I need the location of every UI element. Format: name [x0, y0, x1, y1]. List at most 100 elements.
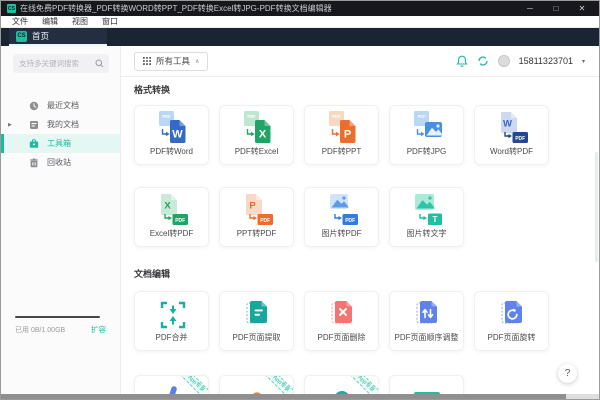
sidebar-nav: 最近文档 ▶ 我的文档工具箱回收站 [1, 96, 120, 172]
tool-card-label: 图片转文字 [407, 228, 447, 239]
sidebar: 最近文档 ▶ 我的文档工具箱回收站 已用 0B/1.00GB 扩容 [1, 46, 121, 399]
minimize-button[interactable]: ─ [517, 1, 543, 16]
tool-card-word-to-pdf[interactable]: W PDFWord转PDF [474, 105, 549, 165]
tool-card-ppt-to-pdf[interactable]: P PDFPPT转PDF [219, 187, 294, 247]
tool-card-label: PPT转PDF [237, 228, 277, 239]
storage-panel: 已用 0B/1.00GB 扩容 [15, 316, 106, 335]
tool-card-pdf-merge[interactable]: PDF合并 [134, 291, 209, 351]
tool-card-label: PDF转Excel [235, 146, 279, 157]
svg-text:W: W [503, 118, 512, 129]
menu-item[interactable]: 视图 [65, 16, 95, 28]
image-to-pdf-icon: PDF [324, 188, 360, 228]
tool-card-pdf-to-jpg[interactable]: PDF PDF转JPG [389, 105, 464, 165]
tool-card-label: PDF转Word [150, 146, 193, 157]
tool-card-label: PDF页面顺序调整 [395, 332, 459, 343]
tool-card-label: PDF转PPT [322, 146, 362, 157]
sidebar-item-document[interactable]: ▶ 我的文档 [1, 115, 120, 134]
maximize-button[interactable]: □ [543, 1, 569, 16]
svg-text:PDF: PDF [332, 113, 341, 118]
sidebar-item-label: 我的文档 [47, 119, 79, 130]
sidebar-item-label: 工具箱 [47, 138, 71, 149]
title-bar: CS 在线免费PDF转换器_PDF转换WORD转PPT_PDF转换Excel转J… [1, 1, 599, 16]
svg-text:PDF: PDF [247, 113, 256, 118]
user-avatar[interactable] [498, 55, 510, 67]
notification-bell-icon[interactable] [456, 55, 468, 68]
tool-card-excel-to-pdf[interactable]: X PDF Excel转PDF [134, 187, 209, 247]
svg-text:X: X [164, 200, 171, 211]
word-to-pdf-icon: W PDF [494, 106, 530, 146]
tool-card-label: Excel转PDF [150, 228, 194, 239]
sidebar-item-label: 最近文档 [47, 100, 79, 111]
pdf-merge-icon [155, 292, 189, 332]
section-title: 格式转换 [134, 85, 599, 96]
expand-caret-icon[interactable]: ▶ [8, 122, 12, 128]
search-input[interactable] [13, 59, 95, 68]
section-title: 文档编辑 [134, 269, 599, 280]
all-tools-button[interactable]: 所有工具 ∧ [134, 52, 208, 71]
app-logo-icon: CS [7, 4, 16, 13]
refresh-sync-icon[interactable] [477, 55, 489, 67]
tool-card-pdf-to-word[interactable]: PDF WPDF转Word [134, 105, 209, 165]
sidebar-item-trash[interactable]: 回收站 [1, 153, 120, 172]
tab-home[interactable]: CS 首页 [9, 28, 107, 46]
menu-item[interactable]: 窗口 [95, 16, 125, 28]
storage-used-label: 已用 0B/1.00GB [15, 325, 65, 335]
image-to-text-icon: T [409, 188, 445, 228]
menu-item[interactable]: 编辑 [35, 16, 65, 28]
grid-icon [143, 57, 151, 65]
pdf-to-word-icon: PDF W [154, 106, 190, 146]
tool-card-label: PDF页面旋转 [488, 332, 536, 343]
tool-card-label: Word转PDF [490, 146, 533, 157]
tool-section: 格式转换 PDF WPDF转Word PDF XPDF转Excel PDF PP… [134, 85, 599, 247]
svg-text:T: T [432, 215, 437, 224]
all-tools-label: 所有工具 [156, 55, 190, 67]
sidebar-item-label: 回收站 [47, 157, 71, 168]
tool-card-label: 图片转PDF [322, 228, 362, 239]
svg-text:PDF: PDF [162, 113, 171, 118]
tool-card-pdf-delete[interactable]: PDF页面删除 [304, 291, 379, 351]
toolbox-icon [29, 139, 39, 149]
sidebar-item-clock[interactable]: 最近文档 [1, 96, 120, 115]
chevron-up-icon: ∧ [195, 58, 199, 65]
tool-card-image-to-pdf[interactable]: PDF图片转PDF [304, 187, 379, 247]
clock-icon [29, 101, 39, 111]
search-box [13, 54, 109, 73]
pdf-extract-icon [240, 292, 274, 332]
pdf-reorder-icon [410, 292, 444, 332]
svg-text:PDF: PDF [515, 135, 525, 141]
svg-text:PDF: PDF [417, 113, 426, 118]
pdf-to-jpg-icon: PDF [409, 106, 445, 146]
tool-card-pdf-rotate[interactable]: PDF页面旋转 [474, 291, 549, 351]
tool-card-image-to-text[interactable]: T 图片转文字 [389, 187, 464, 247]
tool-card-label: PDF转JPG [407, 146, 447, 157]
search-icon[interactable] [95, 59, 104, 68]
tool-card-pdf-reorder[interactable]: PDF页面顺序调整 [389, 291, 464, 351]
tool-card-pdf-extract[interactable]: PDF页面提取 [219, 291, 294, 351]
help-button[interactable]: ? [558, 364, 577, 383]
main-toolbar: 所有工具 ∧ 15811323701 ▾ [121, 46, 599, 77]
tool-card-label: PDF页面删除 [318, 332, 366, 343]
close-button[interactable]: ✕ [569, 1, 595, 16]
storage-expand-link[interactable]: 扩容 [91, 324, 106, 335]
pdf-to-excel-icon: PDF X [239, 106, 275, 146]
vertical-scrollbar[interactable] [595, 82, 598, 352]
account-caret-icon[interactable]: ▾ [582, 58, 585, 65]
storage-progress-bar [15, 316, 100, 318]
horizontal-scrollbar[interactable] [1, 394, 599, 399]
tool-card-pdf-to-excel[interactable]: PDF XPDF转Excel [219, 105, 294, 165]
tool-card-pdf-to-ppt[interactable]: PDF PPDF转PPT [304, 105, 379, 165]
svg-text:P: P [249, 200, 256, 211]
trash-icon [29, 158, 39, 168]
ppt-to-pdf-icon: P PDF [239, 188, 275, 228]
account-phone-number[interactable]: 15811323701 [519, 56, 573, 66]
menu-item[interactable]: 文件 [5, 16, 35, 28]
tools-content: 格式转换 PDF WPDF转Word PDF XPDF转Excel PDF PP… [121, 77, 599, 400]
svg-text:PDF: PDF [175, 217, 185, 223]
pdf-to-ppt-icon: PDF P [324, 106, 360, 146]
svg-text:PDF: PDF [260, 217, 270, 223]
sidebar-item-toolbox[interactable]: 工具箱 [1, 134, 120, 153]
scrollbar-thumb[interactable] [1, 394, 566, 399]
tab-home-label: 首页 [32, 30, 49, 42]
tool-card-label: PDF合并 [156, 332, 188, 343]
main-area: 所有工具 ∧ 15811323701 ▾ 格式转换 PDF [121, 46, 599, 399]
